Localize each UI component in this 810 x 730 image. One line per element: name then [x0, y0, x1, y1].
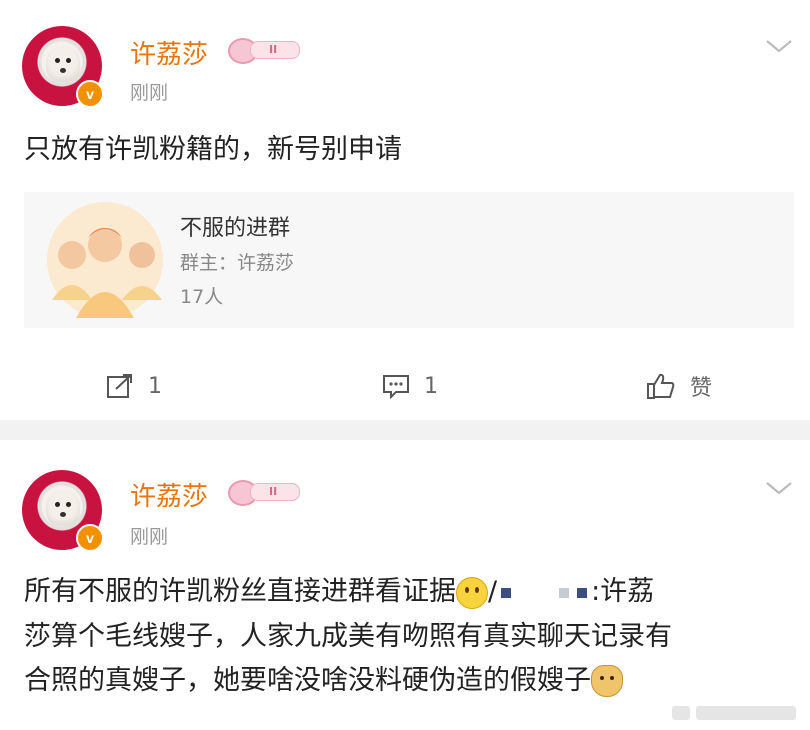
post-text-segment: 所有不服的许凯粉丝直接进群看证据 [24, 576, 456, 607]
group-owner: 群主：许荔莎 [180, 252, 295, 274]
watermark [672, 702, 800, 724]
avatar-dog-face [46, 490, 80, 526]
post-time: 刚刚 [130, 82, 169, 104]
post-text-line-3: 合照的真嫂子，她要啥没啥没料硬伪造的假嫂子 [24, 659, 794, 703]
verified-badge-icon: v [76, 524, 104, 552]
post-card: v 许荔莎 II 刚刚 只放有许凯粉籍的，新号别申请 不服的进群 群主：许荔莎 … [0, 0, 810, 420]
post-text-block: 所有不服的许凯粉丝直接进群看证据 / :许荔 莎算个毛线嫂子，人家九成美有吻照有真实… [24, 570, 794, 703]
group-card[interactable]: 不服的进群 群主：许荔莎 17人 [24, 192, 794, 328]
post-text-line-1: 所有不服的许凯粉丝直接进群看证据 / :许荔 [24, 570, 794, 615]
redacted-mention [497, 571, 591, 615]
like-label: 赞 [690, 376, 713, 401]
group-member-count: 17人 [180, 286, 224, 308]
post-text-segment: / [488, 576, 498, 607]
level-badge: II [228, 478, 300, 506]
people-group-icon [47, 202, 163, 318]
post-text: 只放有许凯粉籍的，新号别申请 [24, 134, 402, 165]
repost-button[interactable]: 1 [106, 366, 162, 406]
level-text: II [269, 43, 278, 56]
chevron-down-icon[interactable] [764, 36, 794, 56]
avatar-nose [60, 512, 66, 517]
level-bar: II [250, 41, 300, 59]
comment-button[interactable]: 1 [382, 366, 438, 406]
username[interactable]: 许荔莎 [130, 34, 208, 71]
group-name: 不服的进群 [180, 216, 291, 241]
username[interactable]: 许荔莎 [130, 476, 208, 513]
avatar[interactable]: v [22, 470, 104, 552]
post-card: v 许荔莎 II 刚刚 所有不服的许凯粉丝直接进群看证据 / :许荔 莎算个毛线嫂子… [0, 440, 810, 730]
level-bar: II [250, 483, 300, 501]
chevron-down-icon[interactable] [764, 478, 794, 498]
post-text-segment: :许荔 [591, 576, 655, 607]
thumbs-up-icon [647, 373, 675, 399]
repost-icon [107, 374, 132, 398]
comment-count: 1 [424, 373, 438, 399]
post-time: 刚刚 [130, 526, 169, 548]
level-badge: II [228, 36, 300, 64]
doge-emoji-icon [591, 665, 623, 697]
avatar[interactable]: v [22, 26, 104, 108]
level-text: II [269, 485, 278, 498]
post-text-line-2: 莎算个毛线嫂子，人家九成美有吻照有真实聊天记录有 [24, 620, 672, 652]
avatar-nose [60, 68, 66, 73]
repost-count: 1 [148, 373, 162, 399]
avatar-dog-face [46, 46, 80, 82]
like-button[interactable]: 赞 [646, 366, 712, 406]
smile-emoji-icon [456, 576, 488, 609]
verified-badge-icon: v [76, 80, 104, 108]
post-text-segment: 合照的真嫂子，她要啥没啥没料硬伪造的假嫂子 [24, 664, 591, 696]
comment-icon [383, 375, 409, 399]
